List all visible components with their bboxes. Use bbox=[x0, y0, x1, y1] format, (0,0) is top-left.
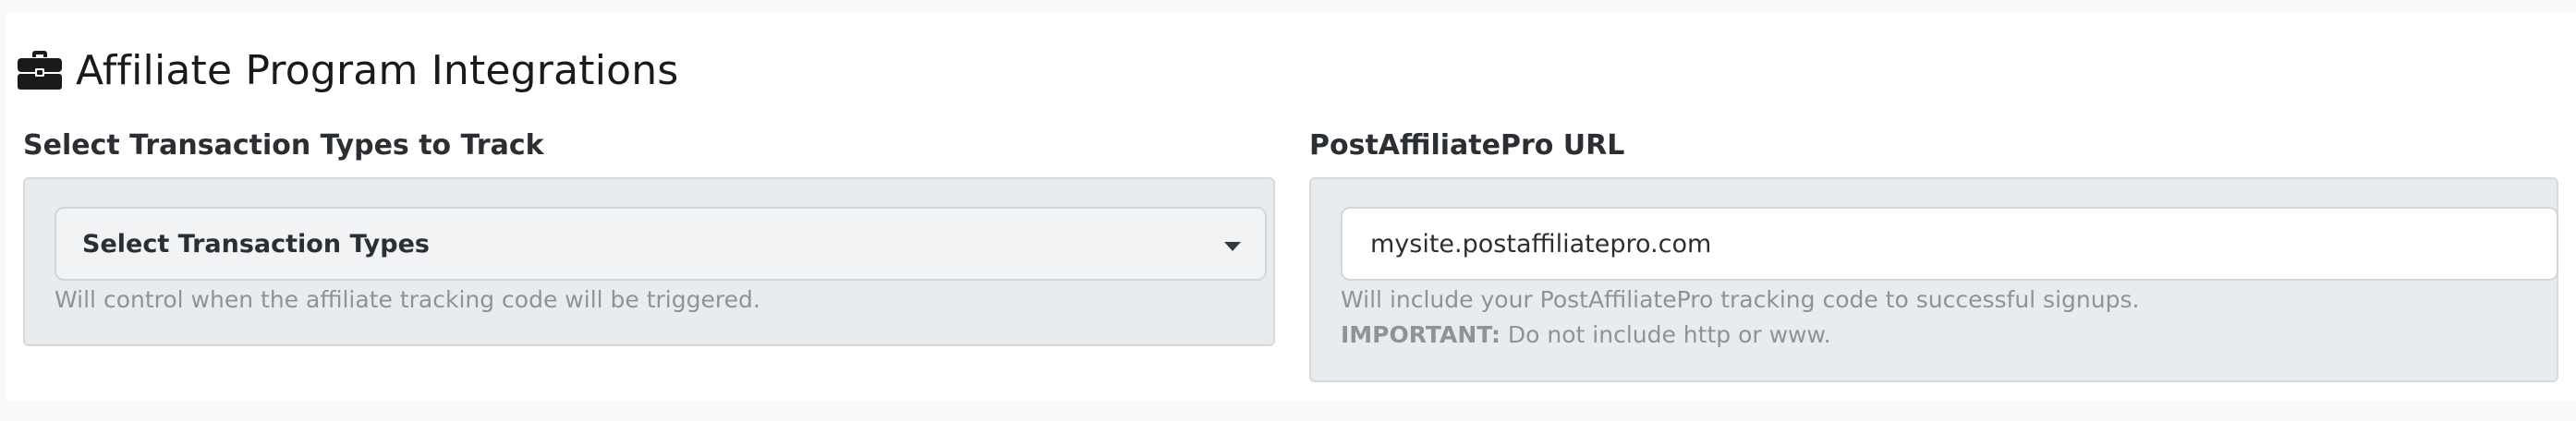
transaction-types-panel: Select Transaction Types Will control wh… bbox=[23, 177, 1275, 346]
section-header: Affiliate Program Integrations bbox=[17, 35, 678, 105]
important-note: IMPORTANT: Do not include http or www. bbox=[1341, 321, 1831, 348]
postaffiliatepro-help: Will include your PostAffiliatePro track… bbox=[1341, 286, 2140, 313]
page-title: Affiliate Program Integrations bbox=[76, 46, 679, 94]
select-placeholder: Select Transaction Types bbox=[82, 229, 430, 259]
transaction-types-label: Select Transaction Types to Track bbox=[23, 129, 544, 162]
important-text: Do not include http or www. bbox=[1500, 321, 1831, 348]
postaffiliatepro-url-input[interactable]: mysite.postaffiliatepro.com bbox=[1341, 207, 2558, 281]
transaction-types-select[interactable]: Select Transaction Types bbox=[55, 207, 1267, 281]
caret-down-icon bbox=[1224, 242, 1241, 251]
url-value: mysite.postaffiliatepro.com bbox=[1370, 229, 1712, 259]
transaction-types-help: Will control when the affiliate tracking… bbox=[55, 286, 760, 313]
briefcase-icon bbox=[18, 51, 62, 90]
postaffiliatepro-panel: mysite.postaffiliatepro.com Will include… bbox=[1309, 177, 2558, 382]
postaffiliatepro-url-label: PostAffiliatePro URL bbox=[1309, 129, 1625, 162]
important-label: IMPORTANT: bbox=[1341, 321, 1501, 348]
